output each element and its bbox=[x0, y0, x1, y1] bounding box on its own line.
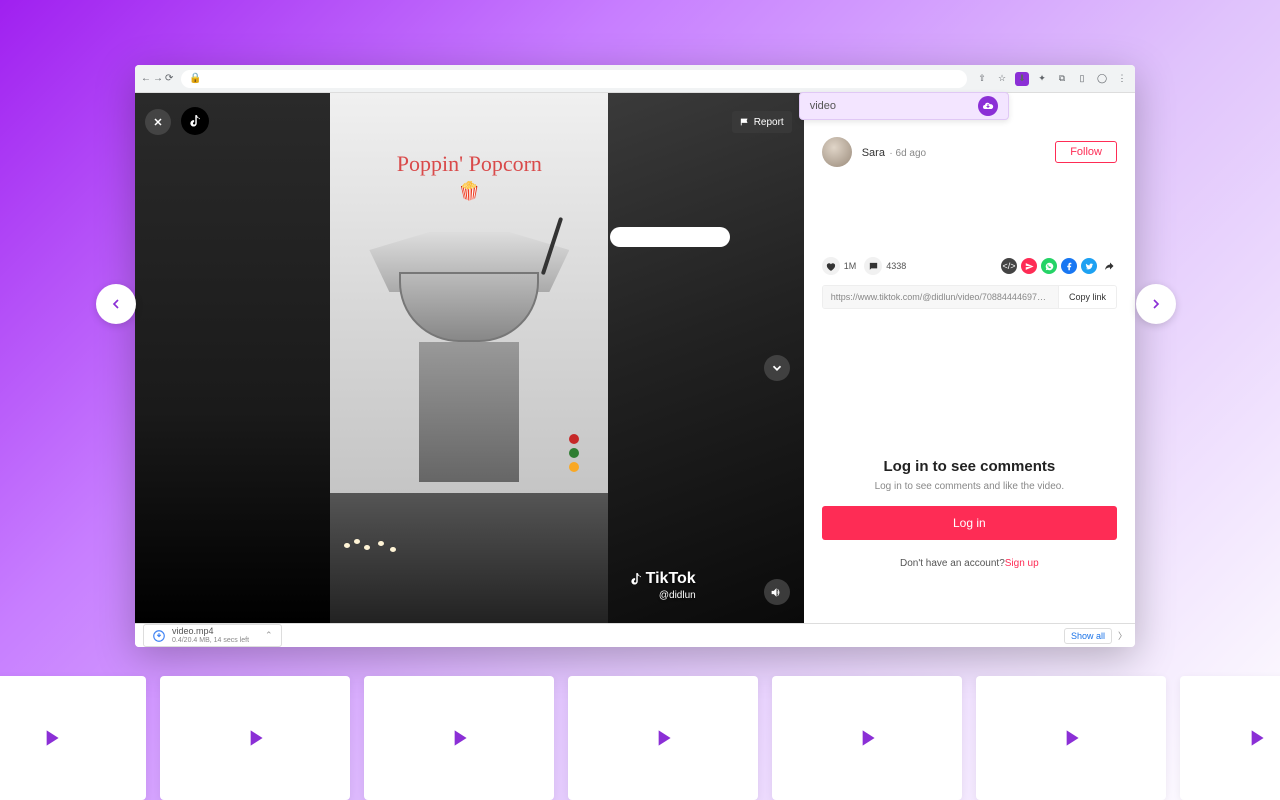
signup-prompt: Don't have an account? bbox=[900, 558, 1005, 569]
share-more-icon[interactable] bbox=[1101, 258, 1117, 274]
extension-icons: ⇧ ☆ ⬇ ✦ ⧉ ▯ ◯ ⋮ bbox=[975, 72, 1129, 86]
thumbnail[interactable] bbox=[976, 676, 1166, 800]
comments-stat[interactable]: 4338 bbox=[864, 257, 906, 275]
nav-back-icon[interactable]: ← bbox=[141, 73, 151, 84]
thumbnail[interactable] bbox=[160, 676, 350, 800]
tiktok-logo-icon[interactable] bbox=[181, 107, 209, 135]
likes-stat[interactable]: 1M bbox=[822, 257, 857, 275]
thumbnail[interactable] bbox=[568, 676, 758, 800]
play-icon bbox=[1243, 725, 1269, 751]
video-frame[interactable]: Poppin' Popcorn 🍿 bbox=[330, 93, 608, 623]
follow-button[interactable]: Follow bbox=[1055, 141, 1117, 163]
profile-icon[interactable]: ◯ bbox=[1095, 72, 1109, 86]
page-content: Poppin' Popcorn 🍿 bbox=[135, 93, 1135, 623]
play-icon bbox=[1058, 725, 1084, 751]
send-friend-icon[interactable] bbox=[1021, 258, 1037, 274]
heart-icon bbox=[822, 257, 840, 275]
thumbnail[interactable] bbox=[364, 676, 554, 800]
download-shelf: video.mp4 0.4/20.4 MB, 14 secs left ⌃ Sh… bbox=[135, 623, 1135, 647]
volume-button[interactable] bbox=[764, 579, 790, 605]
signup-row: Don't have an account?Sign up bbox=[822, 558, 1117, 569]
tiktok-watermark: TikTok @didlun bbox=[629, 570, 696, 601]
play-icon bbox=[242, 725, 268, 751]
search-pill[interactable] bbox=[610, 227, 730, 247]
likes-count: 1M bbox=[844, 261, 857, 271]
watermark-brand: TikTok bbox=[646, 570, 696, 588]
author-name[interactable]: Sara bbox=[862, 147, 885, 159]
video-pillar-left bbox=[135, 93, 330, 623]
popcorn-bin bbox=[330, 493, 608, 623]
stats-row: 1M 4338 </> bbox=[822, 257, 1117, 275]
next-video-button[interactable] bbox=[764, 355, 790, 381]
side-panel: video Sara · 6d ago Follow 1M bbox=[804, 93, 1135, 623]
show-all-downloads-button[interactable]: Show all bbox=[1064, 628, 1112, 644]
share-icons: </> bbox=[1001, 258, 1117, 274]
browser-toolbar: ← → ⟳ 🔒 ⇧ ☆ ⬇ ✦ ⧉ ▯ ◯ ⋮ bbox=[135, 65, 1135, 93]
download-item[interactable]: video.mp4 0.4/20.4 MB, 14 secs left ⌃ bbox=[143, 624, 282, 647]
extension-popup-label: video bbox=[810, 100, 836, 112]
play-icon bbox=[38, 725, 64, 751]
downloader-ext-icon[interactable]: ⬇ bbox=[1015, 72, 1029, 86]
thumbnail[interactable] bbox=[0, 676, 146, 800]
ext-icon-2[interactable]: ⧉ bbox=[1055, 72, 1069, 86]
embed-icon[interactable]: </> bbox=[1001, 258, 1017, 274]
popcorn-machine-illustration bbox=[359, 222, 579, 482]
menu-icon[interactable]: ⋮ bbox=[1115, 72, 1129, 86]
video-url[interactable]: https://www.tiktok.com/@didlun/video/708… bbox=[823, 286, 1058, 308]
play-icon bbox=[446, 725, 472, 751]
author-row: Sara · 6d ago Follow bbox=[822, 137, 1117, 167]
popcorn-icon: 🍿 bbox=[458, 181, 480, 202]
report-button[interactable]: Report bbox=[732, 111, 792, 133]
whatsapp-icon[interactable] bbox=[1041, 258, 1057, 274]
carousel-next-button[interactable] bbox=[1136, 284, 1176, 324]
lock-icon: 🔒 bbox=[189, 73, 201, 84]
download-chevron-icon[interactable]: ⌃ bbox=[265, 630, 273, 641]
comment-icon bbox=[864, 257, 882, 275]
file-icon bbox=[152, 629, 166, 643]
login-title: Log in to see comments bbox=[822, 458, 1117, 475]
video-player-area: Poppin' Popcorn 🍿 bbox=[135, 93, 804, 623]
avatar[interactable] bbox=[822, 137, 852, 167]
login-button[interactable]: Log in bbox=[822, 506, 1117, 540]
browser-window: ← → ⟳ 🔒 ⇧ ☆ ⬇ ✦ ⧉ ▯ ◯ ⋮ Poppin' Popcorn … bbox=[135, 65, 1135, 647]
thumbnail[interactable] bbox=[1180, 676, 1280, 800]
thumbnail-row bbox=[0, 676, 1280, 800]
extension-popup: video bbox=[799, 92, 1009, 120]
post-meta: · 6d ago bbox=[889, 148, 926, 159]
close-download-shelf-icon[interactable]: 〉 bbox=[1118, 629, 1127, 642]
login-section: Log in to see comments Log in to see com… bbox=[822, 458, 1117, 569]
play-icon bbox=[650, 725, 676, 751]
twitter-icon[interactable] bbox=[1081, 258, 1097, 274]
download-progress: 0.4/20.4 MB, 14 secs left bbox=[172, 637, 249, 645]
carousel-prev-button[interactable] bbox=[96, 284, 136, 324]
ext-icon-3[interactable]: ▯ bbox=[1075, 72, 1089, 86]
report-label: Report bbox=[754, 117, 784, 128]
download-cloud-icon[interactable] bbox=[978, 96, 998, 116]
download-filename: video.mp4 bbox=[172, 627, 249, 637]
puzzle-ext-icon[interactable]: ✦ bbox=[1035, 72, 1049, 86]
comments-count: 4338 bbox=[886, 261, 906, 271]
play-icon bbox=[854, 725, 880, 751]
nav-reload-icon[interactable]: ⟳ bbox=[165, 73, 173, 84]
share-ext-icon[interactable]: ⇧ bbox=[975, 72, 989, 86]
thumbnail[interactable] bbox=[772, 676, 962, 800]
star-icon[interactable]: ☆ bbox=[995, 72, 1009, 86]
copy-link-button[interactable]: Copy link bbox=[1058, 286, 1116, 308]
watermark-handle: @didlun bbox=[629, 590, 696, 601]
nav-forward-icon[interactable]: → bbox=[153, 73, 163, 84]
signup-link[interactable]: Sign up bbox=[1005, 558, 1039, 569]
address-bar[interactable]: 🔒 bbox=[181, 70, 967, 88]
login-subtitle: Log in to see comments and like the vide… bbox=[822, 481, 1117, 492]
close-video-button[interactable] bbox=[145, 109, 171, 135]
facebook-icon[interactable] bbox=[1061, 258, 1077, 274]
video-overlay-title: Poppin' Popcorn bbox=[397, 151, 542, 177]
video-link-box: https://www.tiktok.com/@didlun/video/708… bbox=[822, 285, 1117, 309]
